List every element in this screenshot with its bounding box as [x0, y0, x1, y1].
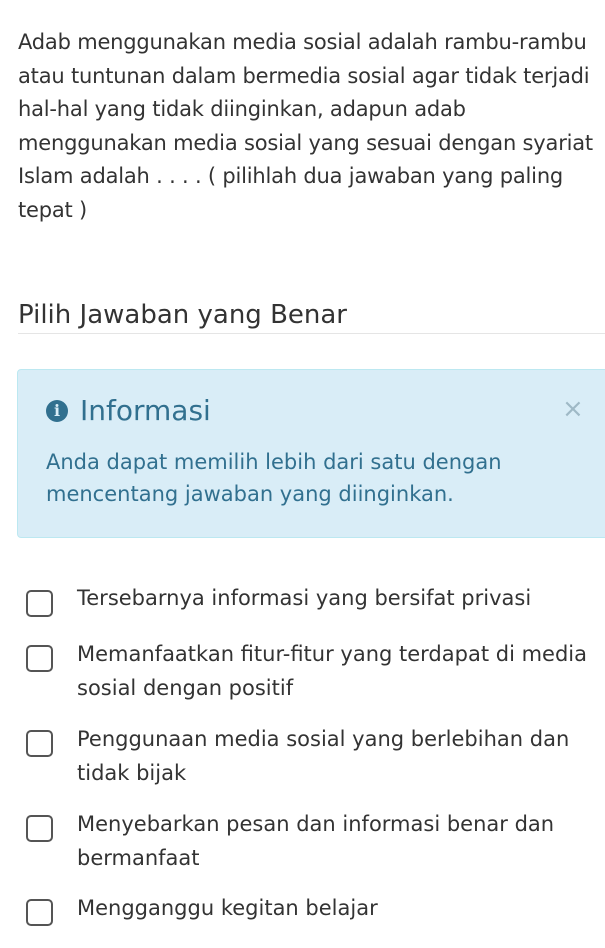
close-icon[interactable]: ×: [562, 394, 584, 424]
info-alert-heading: i Informasi: [46, 392, 211, 430]
info-alert: i Informasi × Anda dapat memilih lebih d…: [17, 369, 605, 538]
answer-checkbox[interactable]: [26, 645, 53, 672]
answer-option-label: Tersebarnya informasi yang bersifat priv…: [77, 586, 532, 610]
info-alert-title: Informasi: [80, 394, 211, 427]
answer-checkbox[interactable]: [26, 815, 53, 842]
answer-checkbox[interactable]: [26, 590, 53, 617]
answer-option-label: Penggunaan media sosial yang berlebihan …: [77, 727, 570, 785]
info-alert-message: Anda dapat memilih lebih dari satu denga…: [46, 450, 502, 506]
info-circle-icon: i: [46, 400, 68, 422]
section-divider: [18, 333, 605, 334]
answer-option-label: Menyebarkan pesan dan informasi benar da…: [77, 812, 555, 870]
answer-checkbox[interactable]: [26, 899, 53, 926]
answer-option-label: Mengganggu kegitan belajar: [77, 896, 378, 920]
question-text: Adab menggunakan media sosial adalah ram…: [18, 30, 593, 222]
answer-option-label: Memanfaatkan fitur-fitur yang terdapat d…: [77, 642, 587, 700]
answers-section-title: Pilih Jawaban yang Benar: [18, 300, 347, 330]
quiz-page: Adab menggunakan media sosial adalah ram…: [0, 0, 605, 948]
answer-checkbox[interactable]: [26, 730, 53, 757]
